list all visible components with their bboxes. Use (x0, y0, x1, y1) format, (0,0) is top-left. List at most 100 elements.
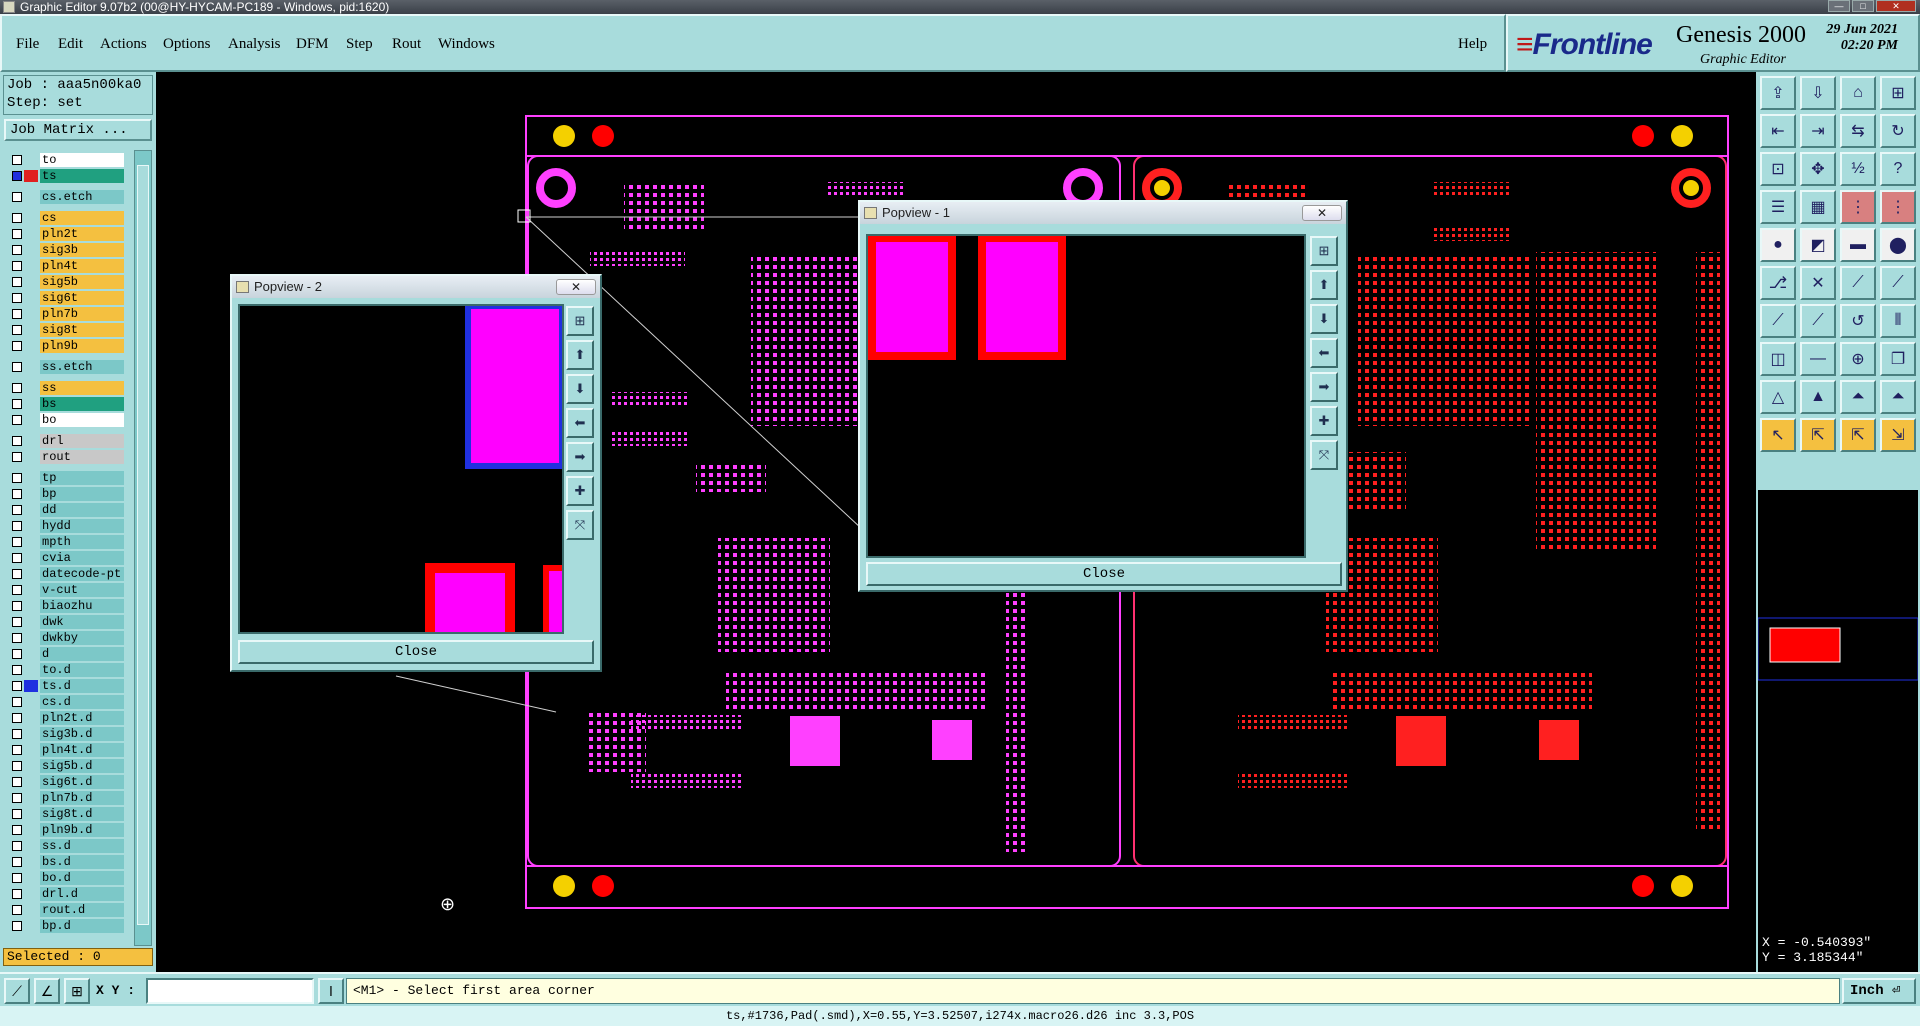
layer-checkbox[interactable] (12, 229, 22, 239)
zoom-in-icon[interactable]: ✚ (1310, 406, 1338, 436)
layer-color-swatch[interactable] (24, 398, 38, 410)
popview-1-close-button[interactable]: Close (866, 562, 1342, 586)
layer-color-swatch[interactable] (24, 760, 38, 772)
layer-row[interactable]: bo (4, 412, 124, 428)
layer-color-swatch[interactable] (24, 552, 38, 564)
layer-name[interactable]: bs (40, 397, 124, 411)
layer-row[interactable]: ss.etch (4, 359, 124, 375)
layer-row[interactable]: sig8t.d (4, 806, 124, 822)
point-icon[interactable]: ⬤ (1880, 228, 1916, 262)
layer-name[interactable]: sig5b (40, 275, 124, 289)
layer-color-swatch[interactable] (24, 888, 38, 900)
layer-checkbox[interactable] (12, 585, 22, 595)
layer-name[interactable]: ss.d (40, 839, 124, 853)
layer-row[interactable]: bs (4, 396, 124, 412)
layer-checkbox[interactable] (12, 809, 22, 819)
layer-name[interactable]: pln9b.d (40, 823, 124, 837)
layer-row[interactable]: pln7b (4, 306, 124, 322)
layer-row[interactable]: hydd (4, 518, 124, 534)
layer-checkbox[interactable] (12, 777, 22, 787)
layer-color-swatch[interactable] (24, 244, 38, 256)
pad-add-icon[interactable]: ◫ (1760, 342, 1796, 376)
layer-row[interactable]: drl.d (4, 886, 124, 902)
layer-color-swatch[interactable] (24, 632, 38, 644)
layer-row[interactable]: dwk (4, 614, 124, 630)
overview-minimap[interactable] (1757, 490, 1919, 980)
layer-checkbox[interactable] (12, 665, 22, 675)
scrollbar-thumb[interactable] (137, 165, 149, 925)
layer-row[interactable]: cs (4, 210, 124, 226)
pan-up-icon[interactable]: ⬆ (1310, 270, 1338, 300)
close-window-button[interactable]: ✕ (1876, 0, 1916, 12)
layer-checkbox[interactable] (12, 729, 22, 739)
layer-name[interactable]: datecode-pt (40, 567, 124, 581)
layer-checkbox[interactable] (12, 309, 22, 319)
angle-mode-icon[interactable]: ∠ (34, 978, 60, 1004)
layer-color-swatch[interactable] (24, 340, 38, 352)
connect-icon[interactable]: ⎇ (1760, 266, 1796, 300)
layer-color-swatch[interactable] (24, 904, 38, 916)
info-icon[interactable]: ǀ (318, 978, 344, 1004)
zoom-fit-icon[interactable]: ⊞ (1310, 236, 1338, 266)
layer-name[interactable]: cvia (40, 551, 124, 565)
layer-color-swatch[interactable] (24, 536, 38, 548)
layer-checkbox[interactable] (12, 325, 22, 335)
menu-file[interactable]: File (16, 36, 39, 53)
pan-right-icon[interactable]: ➡ (1310, 372, 1338, 402)
layer-checkbox[interactable] (12, 825, 22, 835)
popview-1-close-x[interactable]: ✕ (1302, 205, 1342, 221)
zoom-fit-icon[interactable]: ⊞ (566, 306, 594, 336)
layer-row[interactable]: dd (4, 502, 124, 518)
area-icon[interactable]: ⏶ (1840, 380, 1876, 414)
layer-checkbox[interactable] (12, 521, 22, 531)
layer-name[interactable]: cs.d (40, 695, 124, 709)
arc-icon[interactable]: ⟋ (1880, 266, 1916, 300)
layer-row[interactable]: to (4, 152, 124, 168)
popview-1-screen[interactable] (866, 234, 1306, 558)
layer-row[interactable]: ts.d (4, 678, 124, 694)
layer-row[interactable]: rout.d (4, 902, 124, 918)
layer-row[interactable]: pln9b.d (4, 822, 124, 838)
layer-row[interactable]: sig6t.d (4, 774, 124, 790)
layer-name[interactable]: bp (40, 487, 124, 501)
layer-row[interactable]: drl (4, 433, 124, 449)
polygon-icon[interactable]: ▲ (1800, 380, 1836, 414)
layer-name[interactable]: pln7b (40, 307, 124, 321)
layer-name[interactable]: biaozhu (40, 599, 124, 613)
xy-input[interactable] (146, 978, 314, 1004)
layer-name[interactable]: mpth (40, 535, 124, 549)
layer-checkbox[interactable] (12, 841, 22, 851)
layer-color-swatch[interactable] (24, 191, 38, 203)
layer-checkbox[interactable] (12, 921, 22, 931)
layer-checkbox[interactable] (12, 213, 22, 223)
layer-row[interactable]: pln2t.d (4, 710, 124, 726)
layer-name[interactable]: ss (40, 381, 124, 395)
layer-checkbox[interactable] (12, 553, 22, 563)
layer-row[interactable]: bp.d (4, 918, 124, 934)
zoom-forward-icon[interactable]: ⇥ (1800, 114, 1836, 148)
layer-row[interactable]: bs.d (4, 854, 124, 870)
layer-name[interactable]: pln4t.d (40, 743, 124, 757)
layer-name[interactable]: rout.d (40, 903, 124, 917)
ruler-icon[interactable]: ▬ (1840, 228, 1876, 262)
layer-color-swatch[interactable] (24, 414, 38, 426)
layer-row[interactable]: sig6t (4, 290, 124, 306)
layer-name[interactable]: sig8t (40, 323, 124, 337)
layer-color-swatch[interactable] (24, 920, 38, 932)
layer-checkbox[interactable] (12, 473, 22, 483)
upload-icon[interactable]: ⇪ (1760, 76, 1796, 110)
window-layout-icon[interactable]: ⊞ (1880, 76, 1916, 110)
layer-checkbox[interactable] (12, 905, 22, 915)
layer-name[interactable]: sig3b (40, 243, 124, 257)
layer-checkbox[interactable] (12, 489, 22, 499)
menu-analysis[interactable]: Analysis (228, 36, 281, 53)
layer-row[interactable]: ss (4, 380, 124, 396)
layer-color-swatch[interactable] (24, 451, 38, 463)
layer-checkbox[interactable] (12, 601, 22, 611)
layer-checkbox[interactable] (12, 171, 22, 181)
layer-checkbox[interactable] (12, 697, 22, 707)
layer-name[interactable]: dwkby (40, 631, 124, 645)
snap-mode-icon[interactable]: ⟋ (4, 978, 30, 1004)
layer-name[interactable]: pln9b (40, 339, 124, 353)
layer-checkbox[interactable] (12, 293, 22, 303)
